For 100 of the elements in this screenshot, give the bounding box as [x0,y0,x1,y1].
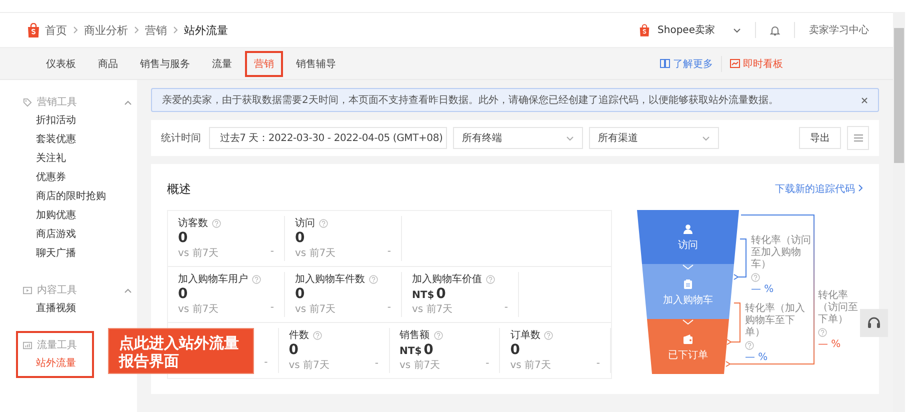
conversion-value: — % [751,284,775,295]
sidebar-item[interactable]: 优惠券 [23,168,132,187]
board-icon [730,59,740,68]
comparison-label: vs 前7天 [178,247,219,260]
notice-text: 亲爱的卖家，由于获取数据需要2天时间，本页面不支持查看昨日数据。此外，请确保您已经创建了追踪代码，以便能够获取站外流量数据。 [162,94,778,107]
chevron-right-icon [73,26,78,34]
help-icon[interactable] [434,330,442,340]
change-value: - [596,358,600,371]
sidebar-item[interactable]: 加购优惠 [23,206,132,225]
chevron-icon[interactable] [124,100,132,104]
breadcrumb-item[interactable]: 首页 [45,22,67,38]
close-icon[interactable] [861,96,868,104]
help-icon[interactable] [312,330,322,340]
person-icon [683,224,693,234]
metric-value: 0 [178,230,188,246]
chevron-right-icon [858,184,863,192]
nav-tab[interactable]: 商品 [89,50,127,76]
help-icon[interactable] [751,273,760,282]
help-icon[interactable] [319,218,328,228]
comparison-label: vs 前7天 [295,247,336,260]
comparison-label: vs 前7天 [178,303,219,316]
sidebar-item[interactable]: 聊天广播 [23,244,132,263]
help-icon[interactable] [212,218,221,228]
export-button[interactable]: 导出 [799,127,841,149]
dropdown[interactable]: 所有渠道 [589,127,719,149]
currency-label: NT$ [400,346,422,357]
conversion-value: — % [745,352,769,363]
help-icon[interactable] [745,341,754,350]
metric-label: 加入购物车价值 [412,272,482,286]
nav-tab[interactable]: 流量 [203,50,241,76]
sidebar-item[interactable]: 直播视频 [23,299,132,318]
comparison-label: vs 前7天 [400,359,440,372]
metric-value: 0 [295,286,305,302]
video-icon [23,286,32,294]
change-value: - [387,246,391,259]
comparison-label: vs 前7天 [510,359,551,372]
sidebar-item[interactable]: 商店的限时抢购 [23,187,132,206]
metric-label: 访问 [295,216,315,230]
sidebar-item[interactable]: 套装优惠 [23,130,132,149]
dropdown[interactable]: 所有终端 [453,127,583,149]
shop-bag-icon [638,24,650,36]
conversion-label: 转化率（访问至加入购物车） [751,235,811,271]
chevron-down-icon[interactable] [733,28,741,32]
change-value: - [270,302,274,315]
nav-tab[interactable]: 销售辅导 [287,50,345,76]
metric-label: 加入购物车件数 [295,272,365,286]
metric-value: 0 [288,342,298,358]
comparison-label: vs 前7天 [412,303,453,316]
metric-value: 0 [295,230,305,246]
conversion-label: 转化率（访问至下单） [818,290,859,326]
help-icon[interactable] [818,328,827,337]
metric-label: 订单数 [510,328,540,342]
chevron-icon[interactable] [124,288,132,292]
menu-button[interactable] [847,126,869,150]
menu-icon [854,134,862,142]
callout-label: 点此进入站外流量报告界面 [108,328,254,374]
currency-label: NT$ [412,290,434,301]
support-button[interactable] [860,309,888,337]
wallet-icon [683,334,693,344]
chevron-down-icon [566,136,574,140]
sidebar-item[interactable]: 关注礼 [23,149,132,168]
metric-label: 销售额 [400,328,430,342]
metric-label: 加入购物车用户 [178,272,248,286]
shop-name[interactable]: Shopee卖家 [658,23,715,37]
comparison-label: vs 前7天 [288,359,330,372]
comparison-label: vs 前7天 [295,303,336,316]
funnel-stage-label: 已下订单 [668,348,708,362]
conversion-label: 转化率（加入购物车至下单） [745,303,805,339]
metric-label: 访客数 [178,216,208,230]
help-icon[interactable] [544,330,554,340]
sidebar-item[interactable]: 商店游戏 [23,225,132,244]
learning-center-link[interactable]: 卖家学习中心 [809,23,869,37]
shop-bag-icon[interactable] [27,22,40,38]
metric-value: 0 [436,286,446,302]
breadcrumb-item[interactable]: 营销 [145,22,167,38]
tracking-code-link[interactable]: 下载新的追踪代码 [774,182,863,196]
funnel-stage-label: 访问 [678,238,698,252]
metric-value: 0 [178,286,188,302]
breadcrumb-item[interactable]: 商业分析 [84,22,128,38]
sidebar-item[interactable]: 折扣活动 [23,111,132,130]
card-title: 概述 [167,180,191,198]
headset-icon [867,316,881,330]
nav-tab[interactable]: 仪表板 [37,50,85,76]
nav-tab[interactable]: 销售与服务 [131,50,199,76]
funnel-stage-label: 加入购物车 [663,294,713,306]
metric-value: 0 [424,342,434,358]
filter-label: 统计时间 [161,132,201,145]
change-value: - [270,246,274,259]
conversion-value: — % [818,339,842,350]
change-value: - [387,302,391,315]
chevron-right-icon [134,26,139,34]
help-icon[interactable] [486,274,495,284]
change-value: - [264,357,268,368]
sidebar-item[interactable]: 站外流量 [23,354,92,373]
date-range-picker[interactable]: 过去7 天：2022-03-30 - 2022-04-05 (GMT+08) [209,127,447,149]
help-icon[interactable] [252,274,261,284]
clipboard-icon [683,278,693,288]
bell-icon[interactable] [770,24,780,36]
help-icon[interactable] [369,274,378,284]
scrollbar[interactable] [893,12,905,412]
